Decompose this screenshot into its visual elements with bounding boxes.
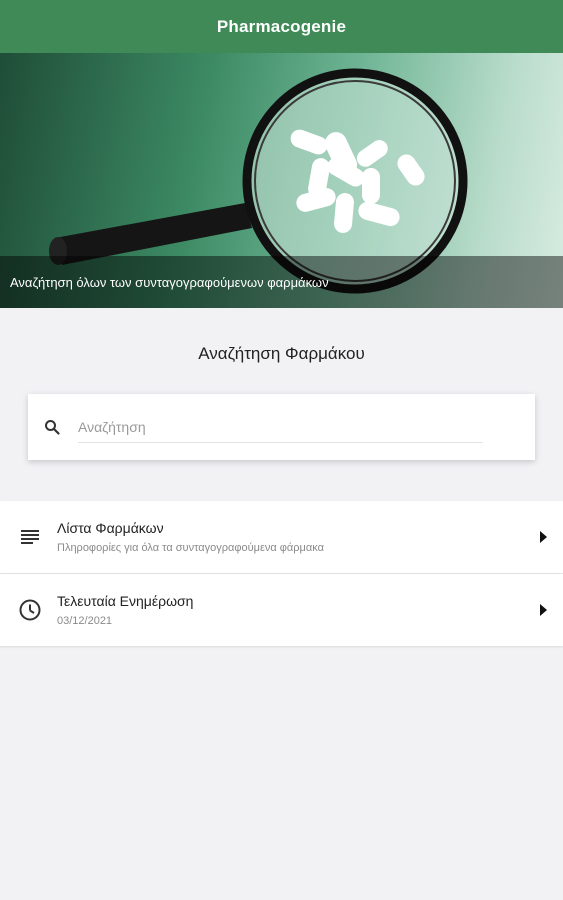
chevron-right-icon (540, 604, 547, 616)
app-title: Pharmacogenie (216, 16, 347, 36)
list-item-title: Τελευταία Ενημέρωση (57, 593, 194, 609)
hero-caption-text: Αναζήτηση όλων των συνταγογραφούμενων φα… (10, 274, 329, 290)
search-icon (43, 418, 61, 436)
search-card (28, 394, 535, 460)
list-item-subtitle: Πληροφορίες για όλα τα συνταγογραφούμενα… (57, 542, 324, 554)
chevron-right-icon (540, 531, 547, 543)
list-lines-icon (19, 526, 41, 548)
list-item-last-update[interactable]: Τελευταία Ενημέρωση 03/12/2021 (0, 574, 563, 646)
clock-icon (19, 599, 41, 621)
hero-banner[interactable]: Αναζήτηση όλων των συνταγογραφούμενων φα… (0, 53, 563, 308)
app-bar: Pharmacogenie (0, 0, 563, 53)
list-item-title: Λίστα Φαρμάκων (57, 520, 164, 536)
list-item-subtitle: 03/12/2021 (57, 615, 113, 627)
menu-list: Λίστα Φαρμάκων Πληροφορίες για όλα τα συ… (0, 501, 563, 647)
hero-caption: Αναζήτηση όλων των συνταγογραφούμενων φα… (0, 256, 563, 308)
search-section-title: Αναζήτηση Φαρμάκου (198, 344, 365, 363)
search-input[interactable] (78, 411, 483, 443)
list-item-drug-list[interactable]: Λίστα Φαρμάκων Πληροφορίες για όλα τα συ… (0, 501, 563, 573)
